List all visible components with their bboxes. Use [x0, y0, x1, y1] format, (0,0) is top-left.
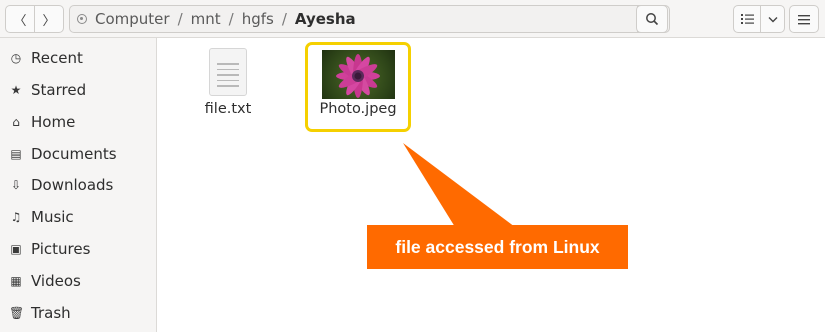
- annotation-callout: file accessed from Linux: [367, 225, 628, 269]
- callout-arrow: [403, 143, 515, 227]
- annotation-text: file accessed from Linux: [395, 236, 600, 257]
